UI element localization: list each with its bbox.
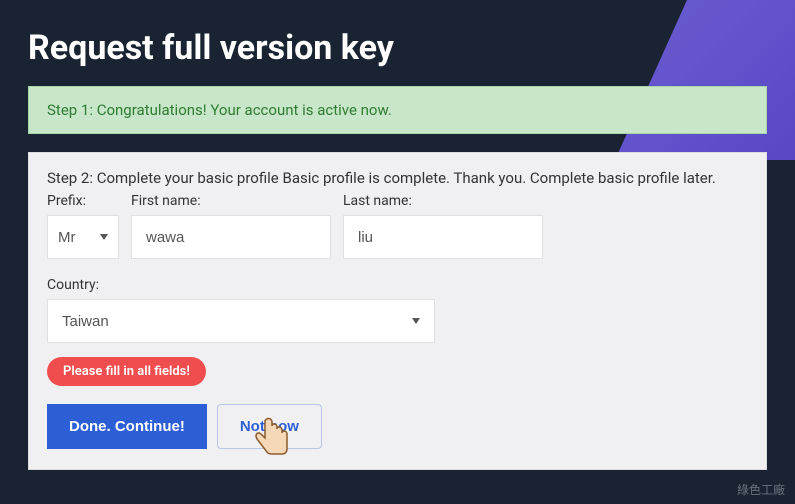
last-name-label: Last name: (343, 193, 543, 209)
watermark: 綠色工廠 (737, 481, 785, 498)
prefix-field-group: Prefix: Mr (47, 193, 119, 259)
step1-text: Step 1: Congratulations! Your account is… (47, 101, 392, 119)
page-title: Request full version key (0, 0, 795, 86)
first-name-label: First name: (131, 193, 331, 209)
country-select[interactable]: Taiwan (47, 299, 435, 343)
first-name-input[interactable] (131, 215, 331, 259)
not-now-button[interactable]: Not now (217, 404, 322, 449)
step2-instruction: Step 2: Complete your basic profile Basi… (47, 169, 748, 187)
country-field-group: Country: Taiwan (47, 277, 748, 343)
error-message: Please fill in all fields! (47, 357, 206, 386)
last-name-field-group: Last name: (343, 193, 543, 259)
step1-success-banner: Step 1: Congratulations! Your account is… (28, 86, 767, 134)
button-row: Done. Continue! Not now (47, 404, 748, 449)
step2-panel: Step 2: Complete your basic profile Basi… (28, 152, 767, 470)
country-label: Country: (47, 277, 748, 293)
continue-button[interactable]: Done. Continue! (47, 404, 207, 449)
name-field-row: Prefix: Mr First name: Last name: (47, 193, 748, 259)
content-wrapper: Step 1: Congratulations! Your account is… (0, 86, 795, 470)
first-name-field-group: First name: (131, 193, 331, 259)
prefix-label: Prefix: (47, 193, 119, 209)
last-name-input[interactable] (343, 215, 543, 259)
prefix-select[interactable]: Mr (47, 215, 119, 259)
